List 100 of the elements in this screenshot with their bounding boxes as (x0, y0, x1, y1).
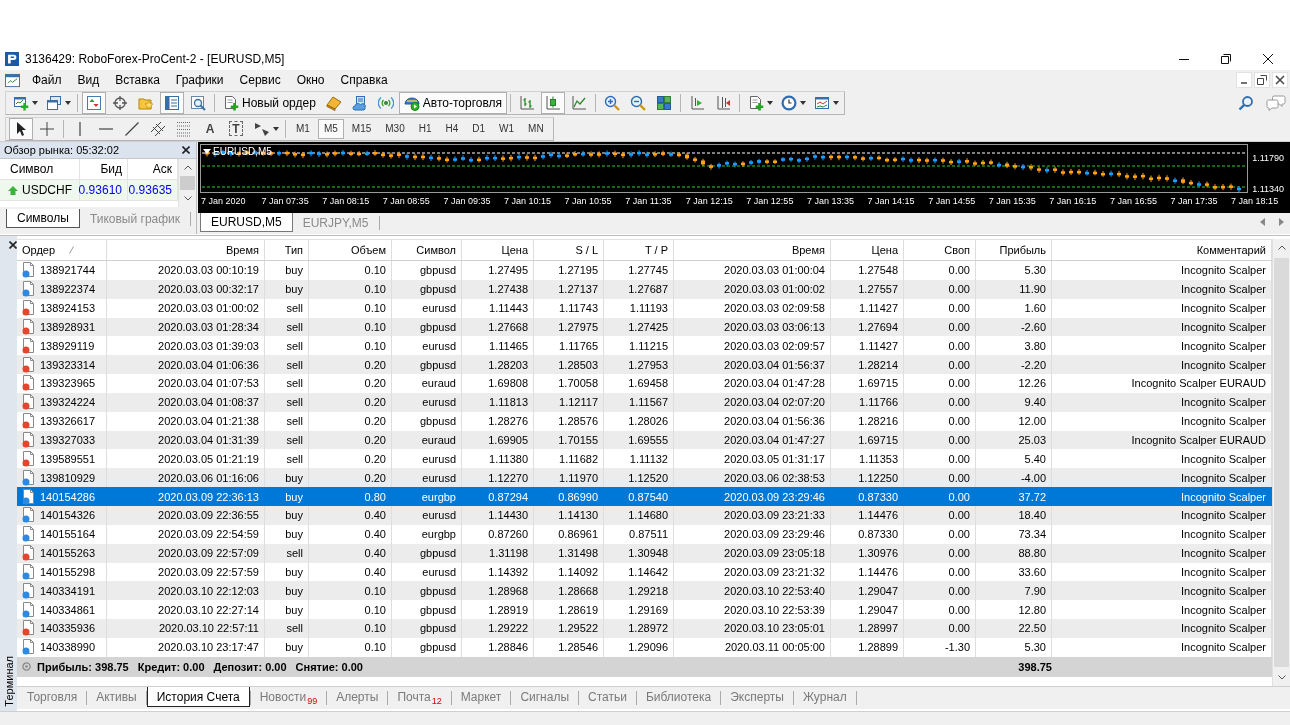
close-icon[interactable] (182, 146, 190, 154)
window-plus-icon[interactable] (13, 95, 29, 111)
tab[interactable]: Символы (6, 209, 80, 228)
text-tool-button[interactable]: A (200, 118, 220, 139)
caret-down-icon[interactable] (183, 196, 192, 201)
column-header[interactable]: Время (107, 240, 265, 260)
timeframe-button[interactable]: M5 (317, 118, 344, 139)
column-header[interactable]: Бид (80, 159, 128, 179)
column-header[interactable]: Объем (309, 240, 392, 260)
caret-up-icon[interactable] (183, 165, 192, 170)
tab[interactable]: Журнал (793, 687, 856, 707)
diagonal-line-icon[interactable] (124, 120, 140, 137)
table-row[interactable]: 140154286 2020.03.09 22:36:13 buy 0.80 eurgbp 0.87294 0.86990 0.87540 2020.03.09 23:29:46 0.87330 0.00 37.72 Incognito Scalper (17, 487, 1272, 506)
candle-chart-icon[interactable] (541, 92, 566, 114)
chart-window-icon[interactable] (5, 72, 20, 88)
search-icon[interactable] (1238, 95, 1254, 111)
scrollbar[interactable] (178, 159, 196, 207)
timeframe-button[interactable]: M30 (379, 118, 411, 139)
timeframe-button[interactable]: H1 (412, 118, 438, 139)
tab[interactable]: Алерты (327, 687, 388, 707)
table-row[interactable]: 139323965 2020.03.04 01:07:53 sell 0.20 euraud 1.69808 1.70058 1.69458 2020.03.04 01:47:28 1.69715 0.00 12.26 Incognito Scalper EURAUD (17, 374, 1272, 393)
signal-icon[interactable] (377, 95, 394, 111)
column-header[interactable]: S / L (534, 240, 604, 260)
timeframe-button[interactable]: M1 (290, 118, 316, 139)
toolbar-button[interactable]: Авто-торговля (398, 92, 508, 114)
column-header[interactable]: Символ (0, 159, 80, 179)
table-row[interactable]: 138921744 2020.03.03 00:10:19 buy 0.10 gbpusd 1.27495 1.27195 1.27745 2020.03.03 01:00:04 1.27548 0.00 5.30 Incognito Scalper (17, 261, 1272, 280)
folder-star-icon[interactable] (138, 95, 154, 111)
tab[interactable]: Торговля (18, 687, 87, 707)
column-header[interactable]: Прибыль (976, 240, 1052, 260)
window-arrows-icon[interactable] (82, 92, 106, 114)
close-icon[interactable] (1263, 53, 1273, 64)
zoom-in-icon[interactable] (604, 95, 621, 111)
axis-arrow-icon[interactable] (689, 95, 706, 111)
menu-item[interactable]: Файл (24, 73, 70, 87)
table-row[interactable]: 139810929 2020.03.06 01:16:06 buy 0.20 eurusd 1.12270 1.11970 1.12520 2020.03.06 02:38:53 1.12250 0.00 -4.00 Incognito Scalper (17, 468, 1272, 488)
table-row[interactable]: 138922374 2020.03.03 00:32:17 buy 0.10 gbpusd 1.27438 1.27137 1.27687 2020.03.03 01:00:02 1.27557 0.00 11.90 Incognito Scalper (17, 279, 1272, 299)
menu-item[interactable]: Вид (69, 73, 108, 87)
table-row[interactable]: 139326617 2020.03.04 01:21:38 sell 0.20 gbpusd 1.28276 1.28576 1.28026 2020.03.04 01:56:36 1.28216 0.00 12.00 Incognito Scalper (17, 411, 1272, 431)
column-header[interactable]: Время (674, 240, 831, 260)
column-header[interactable]: Своп (904, 240, 976, 260)
tab[interactable]: Библиотека (636, 687, 721, 707)
bar-chart-icon[interactable] (519, 95, 536, 111)
arrows-icon[interactable] (254, 120, 270, 137)
timeframe-button[interactable]: M15 (345, 118, 378, 139)
column-header[interactable]: T / P (604, 240, 674, 260)
table-row[interactable]: 138928931 2020.03.03 01:28:34 sell 0.10 gbpusd 1.27668 1.27975 1.27425 2020.03.03 03:06:13 1.27694 0.00 -2.60 Incognito Scalper (17, 317, 1272, 337)
menu-item[interactable]: Вставка (107, 73, 168, 87)
caret-right-icon[interactable] (1279, 218, 1284, 226)
list-window-icon[interactable] (160, 92, 184, 114)
caret-icon[interactable] (273, 126, 279, 131)
tab[interactable]: EURUSD,M5 (200, 213, 293, 232)
caret-icon[interactable] (833, 101, 840, 105)
magnifier-window-icon[interactable] (190, 95, 206, 111)
crosshair-icon[interactable] (112, 95, 128, 111)
column-header[interactable]: Символ (392, 240, 462, 260)
caret-icon[interactable] (767, 101, 774, 105)
scrollbar[interactable] (1272, 239, 1290, 686)
table-row[interactable]: 139323314 2020.03.04 01:06:36 sell 0.20 gbpusd 1.28203 1.28503 1.27953 2020.03.04 01:56:37 1.28214 0.00 -2.20 Incognito Scalper (17, 355, 1272, 375)
cursor-icon[interactable] (9, 117, 33, 140)
column-header[interactable]: Цена (831, 240, 904, 260)
menu-item[interactable]: Справка (332, 73, 396, 87)
fibonacci-icon[interactable] (176, 120, 192, 137)
caret-icon[interactable] (65, 101, 71, 105)
tiles-icon[interactable] (656, 95, 673, 111)
caret-icon[interactable] (800, 101, 807, 105)
table-row[interactable]: 138924153 2020.03.03 01:00:02 sell 0.10 eurusd 1.11443 1.11743 1.11193 2020.03.03 02:09:58 1.11427 0.00 1.60 Incognito Scalper (17, 298, 1272, 318)
menu-item[interactable]: Окно (288, 73, 333, 87)
caret-left-icon[interactable] (1260, 218, 1265, 226)
scroll-thumb[interactable] (180, 176, 195, 190)
column-header[interactable]: Цена (462, 240, 534, 260)
tab[interactable]: Сигналы (511, 687, 579, 707)
document-plus-icon[interactable] (748, 95, 765, 111)
tab[interactable]: Активы (87, 687, 146, 707)
tab[interactable]: Маркет (451, 687, 511, 707)
table-row[interactable]: 139327033 2020.03.04 01:31:39 sell 0.20 euraud 1.69905 1.70155 1.69555 2020.03.04 01:47:27 1.69715 0.00 25.03 Incognito Scalper EURAUD (17, 430, 1272, 450)
timeframe-button[interactable]: MN (522, 118, 550, 139)
tab[interactable]: Статьи (579, 687, 636, 707)
zoom-out-icon[interactable] (630, 95, 647, 111)
menu-item[interactable]: Сервис (231, 73, 289, 87)
tab[interactable]: Эксперты (721, 687, 793, 707)
table-row[interactable]: 140155263 2020.03.09 22:57:09 sell 0.40 gbpusd 1.31198 1.31498 1.30948 2020.03.09 23:05:18 1.30976 0.00 88.80 Incognito Scalper (17, 543, 1272, 563)
book-icon[interactable] (325, 95, 342, 111)
table-row[interactable]: 140155164 2020.03.09 22:54:59 buy 0.40 eurgbp 0.87260 0.86961 0.87511 2020.03.09 23:29:46 0.87330 0.00 73.34 Incognito Scalper (17, 524, 1272, 544)
table-row[interactable]: 140338990 2020.03.10 23:17:47 buy 0.10 gbpusd 1.28846 1.28546 1.29096 2020.03.11 00:05:00 1.28899 -1.30 5.30 Incognito Scalper (17, 637, 1272, 657)
channel-icon[interactable] (150, 120, 166, 137)
axis-shift-icon[interactable] (715, 95, 732, 111)
timeframe-button[interactable]: H4 (439, 118, 465, 139)
caret-down-icon[interactable] (1277, 675, 1286, 680)
restore-icon[interactable] (1221, 53, 1231, 64)
toolbar-button[interactable]: Новый ордер (218, 92, 321, 114)
timeframe-button[interactable]: W1 (493, 118, 521, 139)
table-row[interactable]: 139324224 2020.03.04 01:08:37 sell 0.20 eurusd 1.11813 1.12117 1.11567 2020.03.04 02:07:20 1.11766 0.00 9.40 Incognito Scalper (17, 392, 1272, 412)
column-header[interactable]: Ордер (17, 240, 107, 260)
timeframe-button[interactable]: D1 (466, 118, 492, 139)
line-chart-icon[interactable] (571, 95, 588, 111)
table-row[interactable]: 140334191 2020.03.10 22:12:03 buy 0.10 gbpusd 1.28968 1.28668 1.29218 2020.03.10 22:53:40 1.29047 0.00 7.90 Incognito Scalper (17, 581, 1272, 601)
caret-icon[interactable] (32, 101, 38, 105)
column-header[interactable]: Тип (265, 240, 309, 260)
menu-item[interactable]: Графики (167, 73, 232, 87)
